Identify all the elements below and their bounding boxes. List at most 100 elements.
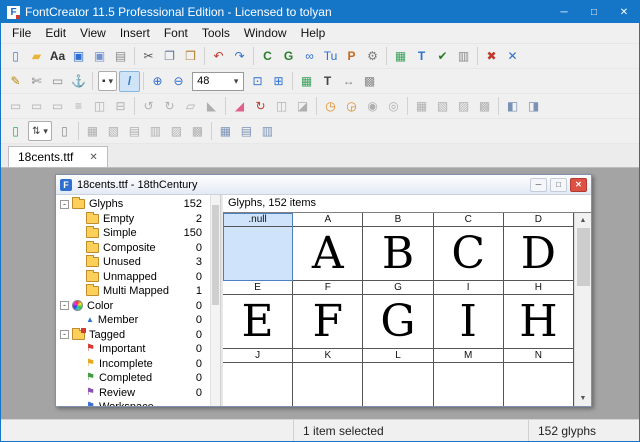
zoom-out-icon[interactable]: ⊖ <box>168 71 189 92</box>
tree-item-workspace[interactable]: ⚑Workspace <box>56 400 210 406</box>
glyph-cell-b[interactable]: BB <box>363 213 433 281</box>
glyph-cell-d[interactable]: DD <box>504 213 574 281</box>
open-font-icon[interactable]: ▰ <box>26 46 47 67</box>
new-font-icon[interactable]: ▯ <box>5 46 26 67</box>
scroll-up-icon[interactable]: ▲ <box>575 213 591 228</box>
font-properties-icon[interactable]: P <box>341 46 362 67</box>
doc-close-button[interactable]: ✕ <box>570 178 587 192</box>
redo-icon[interactable]: ↷ <box>229 46 250 67</box>
maximize-button[interactable]: □ <box>579 1 609 23</box>
glyph-cell-c[interactable]: CC <box>434 213 504 281</box>
table-view-icon[interactable]: ▦ <box>215 121 236 142</box>
glyph-cell-k[interactable]: K <box>293 349 363 406</box>
detail-view-icon[interactable]: ▥ <box>257 121 278 142</box>
add-glyph-icon[interactable]: ▯ <box>5 121 26 142</box>
measure-tool-icon[interactable]: ↔ <box>338 71 359 92</box>
menu-help[interactable]: Help <box>294 24 333 42</box>
tree-item-multi-mapped[interactable]: Multi Mapped1 <box>56 284 210 299</box>
menu-file[interactable]: File <box>5 24 38 42</box>
tree-item-color[interactable]: -Color0 <box>56 299 210 314</box>
tree-scrollbar[interactable] <box>210 195 220 406</box>
glyph-cell-n[interactable]: N <box>504 349 574 406</box>
compare-icon[interactable]: ▥ <box>453 46 474 67</box>
tab-18cents-ttf[interactable]: 18cents.ttf✕ <box>8 146 108 167</box>
glyph-cell-null[interactable]: .null <box>223 213 293 281</box>
panel-left-icon[interactable]: ◧ <box>502 96 523 117</box>
tree-item-glyphs[interactable]: -Glyphs152 <box>56 197 210 212</box>
sort-mode-dropdown[interactable]: ⇅▾ <box>28 121 52 141</box>
glyph-cell-a[interactable]: AA <box>293 213 363 281</box>
collapse-icon[interactable]: - <box>60 301 69 310</box>
insert-image-icon[interactable]: ▦ <box>296 71 317 92</box>
tree-item-incomplete[interactable]: ⚑Incomplete0 <box>56 357 210 372</box>
scroll-down-icon[interactable]: ▼ <box>575 391 591 406</box>
panel-right-icon[interactable]: ◨ <box>523 96 544 117</box>
glyph-cell-j[interactable]: J <box>223 349 293 406</box>
doc-maximize-button[interactable]: □ <box>550 178 567 192</box>
tree-item-unmapped[interactable]: Unmapped0 <box>56 270 210 285</box>
title-bar[interactable]: F FontCreator 11.5 Professional Edition … <box>1 1 639 23</box>
menu-tools[interactable]: Tools <box>195 24 237 42</box>
unicode-tool-icon[interactable]: Tu <box>320 46 341 67</box>
close-font-icon[interactable]: ✕ <box>502 46 523 67</box>
chevron-down-icon[interactable]: ▾ <box>229 76 243 87</box>
document-title-bar[interactable]: F 18cents.ttf - 18thCentury ─□✕ <box>56 175 591 195</box>
delete-icon[interactable]: ✖ <box>481 46 502 67</box>
print-icon[interactable]: ▤ <box>110 46 131 67</box>
font-test-icon[interactable]: Aa <box>47 46 68 67</box>
minimize-button[interactable]: ─ <box>549 1 579 23</box>
insert-glyphs-icon[interactable]: G <box>278 46 299 67</box>
snap-grid-icon[interactable]: ▩ <box>359 71 380 92</box>
correct-direction-icon[interactable]: ↻ <box>250 96 271 117</box>
save-all-icon[interactable]: ▣ <box>89 46 110 67</box>
eraser-icon[interactable]: ◢ <box>229 96 250 117</box>
cut-icon[interactable]: ✂ <box>138 46 159 67</box>
save-icon[interactable]: ▣ <box>68 46 89 67</box>
redo-history-icon[interactable]: ◶ <box>341 96 362 117</box>
tree-item-simple[interactable]: Simple150 <box>56 226 210 241</box>
tree-item-review[interactable]: ⚑Review0 <box>56 386 210 401</box>
glyph-cell-h[interactable]: HH <box>504 281 574 349</box>
preview-window-icon[interactable]: ▦ <box>390 46 411 67</box>
zoom-level-combo[interactable]: 48▾ <box>192 72 244 91</box>
glyph-cell-e[interactable]: EE <box>223 281 293 349</box>
tree-item-important[interactable]: ⚑Important0 <box>56 342 210 357</box>
glyph-cell-i[interactable]: II <box>434 281 504 349</box>
ruler-tool-icon[interactable]: ▭ <box>47 71 68 92</box>
draw-tool-icon[interactable]: ✎ <box>5 71 26 92</box>
menu-font[interactable]: Font <box>157 24 195 42</box>
tree-item-unused[interactable]: Unused3 <box>56 255 210 270</box>
list-view-icon[interactable]: ▤ <box>236 121 257 142</box>
menu-edit[interactable]: Edit <box>38 24 73 42</box>
doc-minimize-button[interactable]: ─ <box>530 178 547 192</box>
tree-item-tagged[interactable]: -Tagged0 <box>56 328 210 343</box>
menu-window[interactable]: Window <box>237 24 294 42</box>
undo-icon[interactable]: ↶ <box>208 46 229 67</box>
copy-icon[interactable]: ❐ <box>159 46 180 67</box>
glyph-cell-f[interactable]: FF <box>293 281 363 349</box>
test-text-icon[interactable]: T <box>411 46 432 67</box>
collapse-icon[interactable]: - <box>60 200 69 209</box>
tree-item-composite[interactable]: Composite0 <box>56 241 210 256</box>
zoom-in-icon[interactable]: ⊕ <box>147 71 168 92</box>
close-button[interactable]: ✕ <box>609 1 639 23</box>
validate-icon[interactable]: ✔ <box>432 46 453 67</box>
knife-tool-icon[interactable]: ✄ <box>26 71 47 92</box>
tree-item-member[interactable]: ▲Member0 <box>56 313 210 328</box>
fill-mode-dropdown[interactable]: ▪▾ <box>98 71 117 91</box>
paste-icon[interactable]: ❒ <box>180 46 201 67</box>
zoom-page-icon[interactable]: ⊡ <box>247 71 268 92</box>
tree-item-empty[interactable]: Empty2 <box>56 212 210 227</box>
page-setup-icon[interactable]: ▯ <box>54 121 75 142</box>
zoom-selection-icon[interactable]: ⊞ <box>268 71 289 92</box>
menu-insert[interactable]: Insert <box>113 24 157 42</box>
glyph-cell-m[interactable]: M <box>434 349 504 406</box>
tree-item-completed[interactable]: ⚑Completed0 <box>56 371 210 386</box>
collapse-icon[interactable]: - <box>60 330 69 339</box>
undo-history-icon[interactable]: ◷ <box>320 96 341 117</box>
insert-contour-icon[interactable]: T <box>317 71 338 92</box>
tree-scroll-thumb[interactable] <box>212 205 219 305</box>
glyph-cell-l[interactable]: L <box>363 349 433 406</box>
settings-icon[interactable]: ⚙ <box>362 46 383 67</box>
link-icon[interactable]: ∞ <box>299 46 320 67</box>
